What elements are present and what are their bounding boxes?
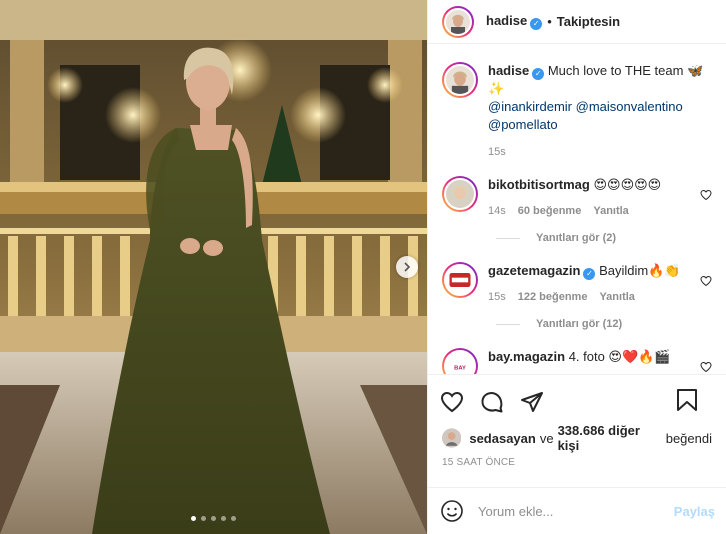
comment-input[interactable] (478, 503, 674, 519)
comment-item: gazetemagazin ✓ Bayildim🔥👏 15s 122 beğenm… (442, 262, 712, 303)
comment-item: bikotbitisortmag 😍😍😍😍😍 14s 60 beğenme Ya… (442, 176, 712, 217)
comment-text: 4. foto 😍❤️🔥🎬 (568, 349, 671, 364)
save-button[interactable] (676, 388, 698, 412)
reply-button[interactable]: Yanıtla (599, 291, 634, 303)
carousel-dot (211, 516, 216, 521)
like-button[interactable] (440, 390, 464, 414)
liker-username[interactable]: sedasayan (469, 431, 536, 446)
post-side-panel: hadise ✓ • Takiptesin hadise ✓ Much love… (427, 0, 726, 534)
replies-divider (496, 323, 520, 325)
comment-username[interactable]: bay.magazin (488, 349, 565, 364)
avatar-image (446, 9, 470, 34)
verified-badge-icon: ✓ (583, 268, 596, 280)
photo-scene (0, 0, 427, 534)
svg-text:BAY: BAY (454, 366, 466, 372)
commenter-avatar[interactable] (442, 262, 478, 298)
carousel-dot (221, 516, 226, 521)
mention-link[interactable]: @maisonvalentino (576, 99, 683, 114)
comment-username[interactable]: gazetemagazin (488, 263, 580, 278)
avatar-image (446, 180, 474, 208)
mention-link[interactable]: @inankirdemir (488, 99, 572, 114)
view-replies-label[interactable]: Yanıtları gör (12) (536, 318, 622, 330)
like-comment-button[interactable] (700, 361, 712, 374)
header-separator: • (547, 14, 552, 29)
avatar-image: BAY (446, 352, 474, 374)
verified-badge-icon: ✓ (530, 17, 543, 30)
mention-link[interactable]: @pomellato (488, 117, 558, 132)
likes-summary: sedasayan ve 338.686 diğer kişi beğendi (428, 423, 726, 453)
author-username[interactable]: hadise (486, 13, 527, 28)
likes-verb: beğendi (665, 430, 712, 446)
carousel-indicator (191, 516, 236, 521)
commenter-avatar[interactable]: BAY (442, 348, 478, 374)
avatar-image (446, 66, 474, 94)
verified-badge-icon: ✓ (532, 68, 545, 80)
comment-text: 😍😍😍😍😍 (593, 177, 662, 192)
caption-avatar[interactable] (442, 62, 478, 98)
emoji-button[interactable] (440, 499, 464, 523)
chevron-right-icon (404, 262, 411, 272)
caption: hadise ✓ Much love to THE team 🦋✨ @inanki… (442, 62, 712, 158)
bookmark-icon (677, 389, 697, 411)
liker-avatar[interactable] (442, 428, 462, 448)
comment-button[interactable] (480, 390, 504, 414)
view-replies-button[interactable]: Yanıtları gör (12) (496, 318, 712, 330)
emoji-icon (441, 500, 463, 522)
share-button[interactable] (520, 390, 544, 414)
next-photo-button[interactable] (396, 256, 418, 278)
share-icon (521, 391, 543, 412)
carousel-dot (191, 516, 196, 521)
comment-text: Bayildim🔥👏 (599, 263, 681, 278)
post-timestamp[interactable]: 15 SAAT ÖNCE (428, 457, 726, 468)
comment-time[interactable]: 14s (488, 205, 506, 217)
carousel-dot (201, 516, 206, 521)
post-comment-button[interactable]: Paylaş (674, 504, 715, 519)
view-replies-label[interactable]: Yanıtları gör (2) (536, 232, 616, 244)
heart-icon (700, 275, 712, 287)
add-comment-bar: Paylaş (428, 487, 726, 534)
reply-button[interactable]: Yanıtla (593, 205, 628, 217)
comment-likes[interactable]: 60 beğenme (518, 205, 582, 217)
like-comment-button[interactable] (700, 189, 712, 204)
post-photo[interactable] (0, 0, 427, 534)
author-avatar[interactable] (442, 5, 474, 38)
caption-username[interactable]: hadise (488, 63, 529, 78)
comment-icon (481, 391, 503, 412)
following-button[interactable]: Takiptesin (557, 14, 620, 29)
likes-connector: ve (539, 430, 554, 446)
caption-time[interactable]: 15s (488, 146, 506, 158)
avatar-image (446, 266, 474, 294)
comment-username[interactable]: bikotbitisortmag (488, 177, 590, 192)
comment-item: BAY bay.magazin 4. foto 😍❤️🔥🎬 (442, 348, 712, 374)
replies-divider (496, 237, 520, 239)
comment-likes[interactable]: 122 beğenme (518, 291, 588, 303)
commenter-avatar[interactable] (442, 176, 478, 212)
action-bar (428, 374, 726, 428)
heart-icon (700, 189, 712, 201)
view-replies-button[interactable]: Yanıtları gör (2) (496, 232, 712, 244)
comments-list[interactable]: hadise ✓ Much love to THE team 🦋✨ @inanki… (428, 44, 726, 374)
author-username-link[interactable]: hadise ✓ (486, 13, 543, 30)
instagram-post: hadise ✓ • Takiptesin hadise ✓ Much love… (0, 0, 726, 534)
like-comment-button[interactable] (700, 275, 712, 290)
heart-icon (700, 361, 712, 373)
heart-icon (440, 391, 464, 412)
post-header: hadise ✓ • Takiptesin (428, 0, 726, 44)
carousel-dot (231, 516, 236, 521)
comment-time[interactable]: 15s (488, 291, 506, 303)
